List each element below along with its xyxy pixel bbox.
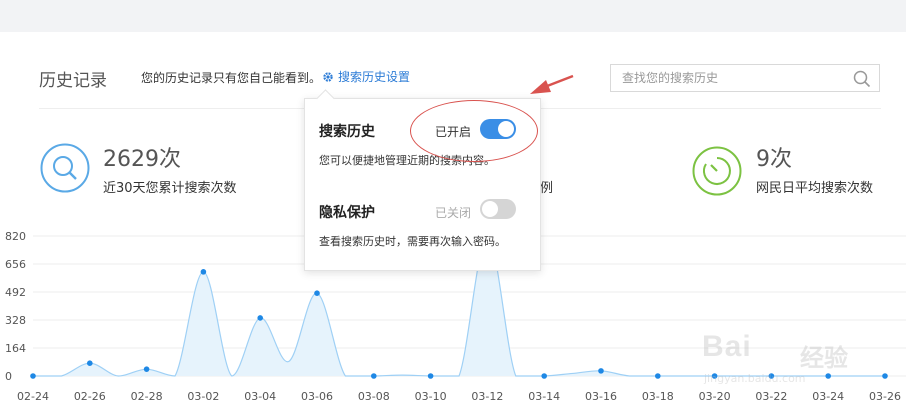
daily-avg-label: 网民日平均搜索次数 [756, 181, 874, 196]
privacy-heading: 隐私保护 [319, 205, 375, 221]
y-tick-label: 328 [5, 314, 26, 327]
data-point [257, 315, 264, 321]
data-point [314, 290, 320, 296]
top-bar [0, 0, 906, 32]
x-tick-label: 03-16 [585, 390, 617, 403]
page-title: 历史记录 [39, 71, 107, 91]
search-icon[interactable] [853, 70, 871, 88]
magnifier-icon [40, 143, 90, 193]
x-tick-label: 02-26 [74, 390, 106, 403]
toggle-knob [482, 201, 498, 217]
search-history-settings-link[interactable]: 搜索历史设置 [322, 68, 410, 85]
daily-avg-count: 9次 [756, 147, 792, 172]
x-tick-label: 03-06 [301, 390, 333, 403]
x-tick-label: 03-08 [358, 390, 390, 403]
x-tick-label: 03-12 [471, 390, 503, 403]
x-tick-label: 02-28 [131, 390, 163, 403]
data-point [541, 373, 547, 379]
history-search-box[interactable] [610, 64, 880, 92]
x-tick-label: 03-04 [244, 390, 276, 403]
clock-dial-icon [692, 146, 742, 196]
search-history-heading: 搜索历史 [319, 124, 375, 140]
history-search-input[interactable] [620, 70, 844, 86]
settings-link-label: 搜索历史设置 [338, 70, 411, 84]
x-tick-label: 03-02 [187, 390, 219, 403]
annotation-circle [410, 100, 538, 162]
y-tick-label: 492 [5, 286, 26, 299]
privacy-toggle[interactable] [480, 199, 516, 219]
data-point [655, 373, 661, 379]
watermark-url: jingyan.baidu.com [704, 372, 806, 385]
data-point [598, 368, 604, 374]
privacy-description: 您的历史记录只有您自己能看到。 [141, 71, 322, 85]
y-tick-label: 820 [5, 230, 26, 243]
data-point [143, 366, 150, 372]
x-tick-label: 02-24 [17, 390, 49, 403]
data-point [30, 373, 36, 379]
privacy-description: 查看搜索历史时，需要再次输入密码。 [319, 235, 506, 248]
data-point [87, 360, 93, 366]
watermark-brand: Bai [702, 330, 752, 363]
y-tick-label: 164 [5, 342, 26, 355]
popup-pointer [316, 89, 335, 108]
data-point [200, 269, 207, 275]
x-tick-label: 03-14 [528, 390, 560, 403]
watermark-cn: 经验 [800, 344, 848, 372]
stat-partial-label: 例 [540, 181, 554, 196]
data-point [371, 373, 377, 379]
y-tick-label: 0 [5, 370, 12, 383]
privacy-status: 已关闭 [435, 206, 472, 220]
baidu-jingyan-watermark: Bai 经验 jingyan.baidu.com [696, 318, 896, 398]
x-tick-label: 03-18 [642, 390, 674, 403]
data-point [427, 373, 434, 379]
gear-icon [323, 71, 333, 82]
y-tick-label: 656 [5, 258, 26, 271]
x-tick-label: 03-10 [415, 390, 447, 403]
total-search-count: 2629次 [103, 147, 181, 172]
total-search-label: 近30天您累计搜索次数 [103, 181, 237, 196]
